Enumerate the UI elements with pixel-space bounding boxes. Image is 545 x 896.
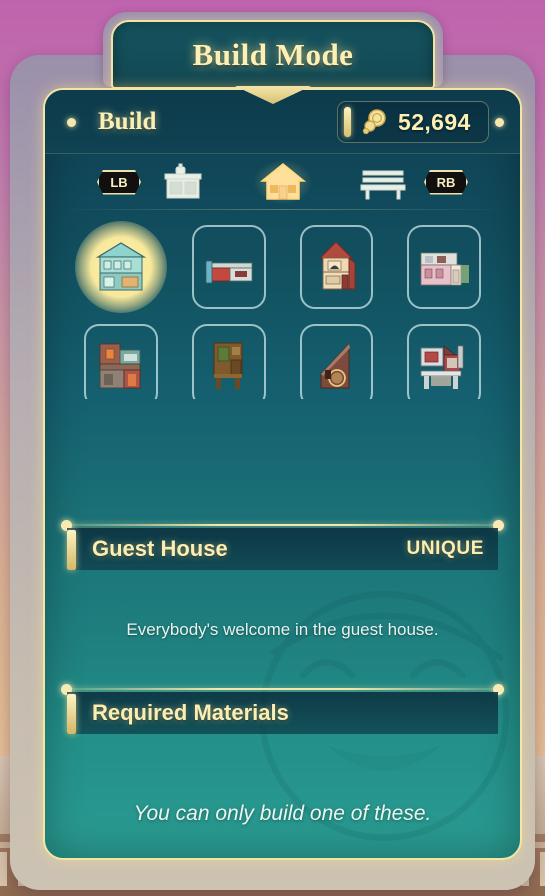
currency-display: 52,694 <box>337 101 489 143</box>
tab-outdoor[interactable] <box>354 160 412 204</box>
required-materials-section: Required Materials <box>61 684 504 734</box>
tab-buildings[interactable] <box>253 160 312 204</box>
coin-cluster-icon <box>362 109 386 135</box>
grid-item-flat-shop[interactable] <box>183 220 275 314</box>
panel-wrapper: Build 52,694 LB RB Guest House UNIQUE Ev… <box>10 55 535 890</box>
materials-accent-bar <box>67 694 76 734</box>
red-gable-house-icon <box>319 241 356 290</box>
item-name: Guest House <box>92 536 228 561</box>
grid-item-guest-house[interactable] <box>75 220 167 314</box>
item-name-section: Guest House UNIQUE <box>61 520 504 570</box>
grid-item-timber-hut[interactable] <box>183 319 275 399</box>
currency-amount: 52,694 <box>398 108 471 135</box>
item-name-accent-bar <box>67 530 76 570</box>
white-villa-icon <box>420 345 464 389</box>
status-badge: UNIQUE <box>406 538 484 559</box>
grid-item-pink-cottage[interactable] <box>398 220 490 314</box>
build-item-grid <box>45 212 520 399</box>
pink-cottage-icon <box>420 252 470 286</box>
currency-accent-bar <box>344 107 351 137</box>
brown-timber-hut-icon <box>213 342 243 389</box>
stove-icon <box>164 163 201 199</box>
header-dot-left-icon <box>67 117 76 127</box>
materials-empty-note: You can only build one of these. <box>133 802 432 825</box>
grid-item-brick-duplex[interactable] <box>75 319 167 399</box>
item-description: Everybody's welcome in the guest house. <box>126 620 439 639</box>
two-story-teal-house-icon <box>95 242 147 291</box>
bench-icon <box>360 170 405 200</box>
grid-item-gabled-house[interactable] <box>291 220 383 314</box>
panel-header: Build 52,694 <box>45 90 520 154</box>
panel-title: Build <box>98 108 157 135</box>
house-icon <box>259 163 306 200</box>
category-tab-bar: LB RB <box>45 154 520 210</box>
header-dot-right-icon <box>495 117 504 127</box>
tab-furniture[interactable] <box>154 160 212 204</box>
brick-duplex-icon <box>99 343 141 389</box>
clock-barn-icon <box>320 342 351 389</box>
bumper-lb-button[interactable]: LB <box>97 169 141 195</box>
grid-item-clock-barn[interactable] <box>291 319 383 399</box>
build-panel: Build 52,694 LB RB Guest House UNIQUE Ev… <box>43 88 522 860</box>
grid-item-white-villa[interactable] <box>398 319 490 399</box>
bumper-rb-button[interactable]: RB <box>424 169 468 195</box>
flat-roof-red-shop-icon <box>205 260 253 284</box>
materials-heading: Required Materials <box>92 700 289 725</box>
